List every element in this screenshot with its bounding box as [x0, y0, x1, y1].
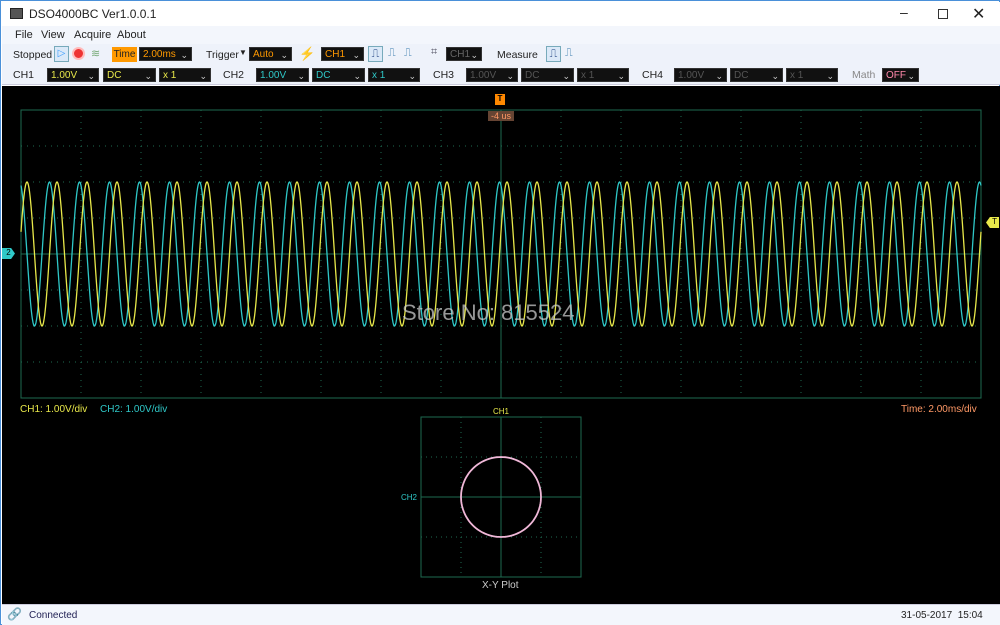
run-button[interactable]: ▷: [54, 46, 69, 62]
ch4-menu[interactable]: CH4: [642, 68, 663, 82]
trigger-menu[interactable]: Trigger: [206, 48, 239, 62]
trigger-time-label: -4 us: [488, 111, 515, 121]
scope-display: -4 us T 2 T Store No: 815524 CH1: 1.00V/…: [2, 86, 1000, 604]
ch1-probe-select[interactable]: x 1 ⌄: [159, 68, 211, 82]
ch2-coupling-select[interactable]: DC ⌄: [312, 68, 365, 82]
title-bar: DSO4000BC Ver1.0.0.1 – ✕: [2, 2, 1000, 26]
pulse-icon[interactable]: ⎍: [404, 47, 412, 60]
connection-status: Connected: [29, 610, 78, 621]
rising-edge-icon[interactable]: ⎍: [368, 46, 383, 62]
menu-acquire[interactable]: Acquire: [74, 29, 111, 41]
ch4-coupling-select[interactable]: DC ⌄: [730, 68, 783, 82]
ch3-coupling-select[interactable]: DC ⌄: [521, 68, 574, 82]
menu-about[interactable]: About: [117, 29, 146, 41]
ch3-probe-select[interactable]: x 1 ⌄: [577, 68, 629, 82]
app-window: DSO4000BC Ver1.0.0.1 – ✕ File View Acqui…: [0, 0, 1000, 625]
toolbar: Stopped ▷ ≋ Time 2.00ms ⌄ Trigger ▼ Auto ⌄…: [2, 44, 1000, 65]
ch2-volts-select[interactable]: 1.00V ⌄: [256, 68, 309, 82]
link-icon: 🔗: [7, 607, 22, 621]
window-title: DSO4000BC Ver1.0.0.1: [29, 7, 157, 21]
falling-edge-icon[interactable]: ⎍: [388, 47, 396, 60]
xy-left-label: CH2: [401, 493, 418, 502]
stop-button[interactable]: [72, 47, 85, 60]
ch4-volts-select[interactable]: 1.00V ⌄: [674, 68, 727, 82]
time-button[interactable]: Time: [112, 47, 137, 62]
ch2-menu[interactable]: CH2: [223, 68, 244, 82]
ch2-scale-label: CH2: 1.00V/div: [100, 404, 168, 415]
ch3-volts-select[interactable]: 1.00V ⌄: [466, 68, 518, 82]
trigger-position-marker[interactable]: T: [495, 94, 505, 105]
watermark: Store No: 815524: [402, 300, 575, 325]
status-bar: 🔗 Connected 31-05-2017 15:04: [2, 604, 1000, 625]
waveform-chart: [20, 109, 982, 578]
xy-top-label: CH1: [493, 407, 510, 416]
dropdown-arrow-icon[interactable]: ▼: [239, 48, 247, 57]
ch2-probe-select[interactable]: x 1 ⌄: [368, 68, 420, 82]
measure-label: Measure: [497, 49, 538, 61]
app-icon: [10, 8, 23, 19]
ch3-menu[interactable]: CH3: [433, 68, 454, 82]
close-icon[interactable]: ✕: [972, 4, 985, 24]
menu-file[interactable]: File: [15, 29, 33, 41]
math-label: Math: [852, 69, 876, 81]
math-select[interactable]: OFF ⌄: [882, 68, 919, 82]
menu-view[interactable]: View: [41, 29, 65, 41]
menu-bar: File View Acquire About: [2, 26, 1000, 44]
lightning-icon[interactable]: ⚡: [299, 46, 315, 62]
run-status: Stopped: [13, 49, 53, 61]
ch1-coupling-select[interactable]: DC ⌄: [103, 68, 156, 82]
wave-icon[interactable]: ≋: [91, 47, 100, 60]
cursor-icon[interactable]: ⌗: [431, 46, 437, 59]
ch4-probe-select[interactable]: x 1 ⌄: [786, 68, 838, 82]
cursor-source-select[interactable]: CH1 ⌄: [446, 47, 482, 61]
ch1-menu[interactable]: CH1: [13, 68, 34, 82]
timebase-select[interactable]: 2.00ms ⌄: [139, 47, 192, 61]
xy-plot-title: X-Y Plot: [482, 580, 519, 591]
maximize-icon[interactable]: [938, 9, 948, 19]
measure-pulse-icon[interactable]: ⎍: [546, 46, 561, 62]
ch1-scale-label: CH1: 1.00V/div: [20, 404, 88, 415]
ch1-volts-select[interactable]: 1.00V ⌄: [47, 68, 99, 82]
time-scale-label: Time: 2.00ms/div: [901, 404, 977, 415]
minimize-icon[interactable]: –: [900, 4, 908, 20]
measure-all-icon[interactable]: ⎍: [565, 47, 573, 60]
trigger-source-select[interactable]: CH1 ⌄: [321, 47, 364, 61]
datetime: 31-05-2017 15:04: [901, 610, 983, 621]
channel-bar: CH1 1.00V ⌄ DC ⌄ x 1 ⌄ CH2 1.00V ⌄ DC ⌄ x 1 ⌄ …: [2, 65, 1000, 85]
trigger-mode-select[interactable]: Auto ⌄: [249, 47, 292, 61]
